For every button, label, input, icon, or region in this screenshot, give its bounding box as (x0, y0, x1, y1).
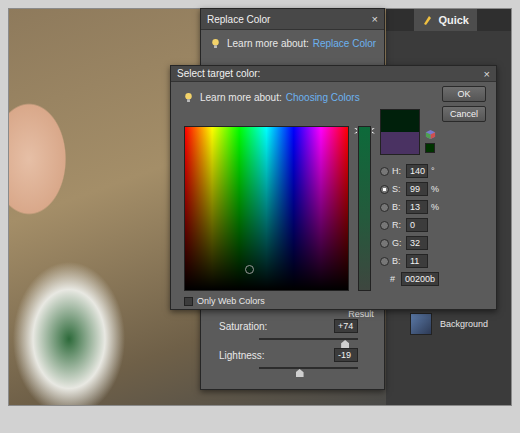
layer-thumbnail (410, 313, 432, 335)
web-safe-swatch[interactable] (425, 143, 435, 153)
slider-marker[interactable] (354, 128, 375, 134)
slider[interactable] (259, 338, 358, 340)
checkbox[interactable] (184, 297, 193, 306)
color-swatches (380, 109, 420, 155)
value-field[interactable]: -19 (334, 348, 358, 362)
value-field[interactable]: 13 (406, 200, 428, 214)
value-field[interactable]: 0 (406, 218, 428, 232)
value-field[interactable]: 140 (406, 164, 428, 178)
close-button[interactable]: × (372, 13, 378, 25)
color-value-row: B: 11 (380, 253, 439, 269)
mode-bar: Quick (386, 9, 511, 31)
radio-button[interactable] (380, 203, 389, 212)
learn-more: Learn more about: Replace Color (201, 30, 384, 57)
current-color-swatch[interactable] (381, 132, 419, 154)
value-field[interactable]: 32 (406, 236, 428, 250)
web-colors-option[interactable]: Only Web Colors (184, 296, 349, 306)
radio-button[interactable] (380, 239, 389, 248)
help-link[interactable]: Replace Color (313, 38, 376, 49)
color-cursor[interactable] (245, 265, 254, 274)
layer-row[interactable]: Background (410, 313, 507, 335)
cube-icon[interactable] (425, 129, 436, 140)
close-button[interactable]: × (484, 68, 490, 80)
color-field[interactable] (184, 126, 349, 291)
layers-panel: Background (386, 313, 511, 335)
value-field[interactable]: 11 (406, 254, 428, 268)
hex-row: # 00200b (380, 271, 439, 287)
slider[interactable] (259, 367, 358, 369)
saturation-slider[interactable] (358, 126, 371, 291)
learn-more: Learn more about: Choosing Colors (184, 86, 442, 106)
color-value-row: S: 99 % (380, 181, 439, 197)
dialog-button[interactable]: OK (442, 86, 486, 102)
new-color-swatch (381, 110, 419, 132)
dialog-button[interactable]: Cancel (442, 106, 486, 122)
radio-button[interactable] (380, 257, 389, 266)
lightbulb-icon (184, 92, 193, 103)
help-link[interactable]: Choosing Colors (286, 92, 360, 103)
slider-row: Lightness: -19 (219, 348, 376, 362)
dialog-title-bar: Select target color: × (171, 66, 496, 82)
radio-button[interactable] (380, 185, 389, 194)
lightbulb-icon (211, 38, 220, 49)
dialog-title-bar: Replace Color × (201, 9, 384, 30)
slider-row: Saturation: +74 (219, 319, 376, 333)
color-value-row: B: 13 % (380, 199, 439, 215)
value-field[interactable]: +74 (334, 319, 358, 333)
value-field[interactable]: 99 (406, 182, 428, 196)
color-value-row: H: 140 ° (380, 163, 439, 179)
mode-tab[interactable]: Quick (414, 9, 477, 31)
quick-icon (422, 14, 434, 26)
slider-thumb[interactable] (341, 340, 349, 348)
radio-button[interactable] (380, 167, 389, 176)
color-value-row: G: 32 (380, 235, 439, 251)
color-value-row: R: 0 (380, 217, 439, 233)
screenshot: Quick Background Replace Color × Learn m… (0, 0, 520, 433)
radio-button[interactable] (380, 221, 389, 230)
hex-field[interactable]: 00200b (401, 272, 439, 286)
color-picker-dialog: Select target color: × Learn more about:… (170, 65, 497, 310)
slider-thumb[interactable] (296, 369, 304, 377)
